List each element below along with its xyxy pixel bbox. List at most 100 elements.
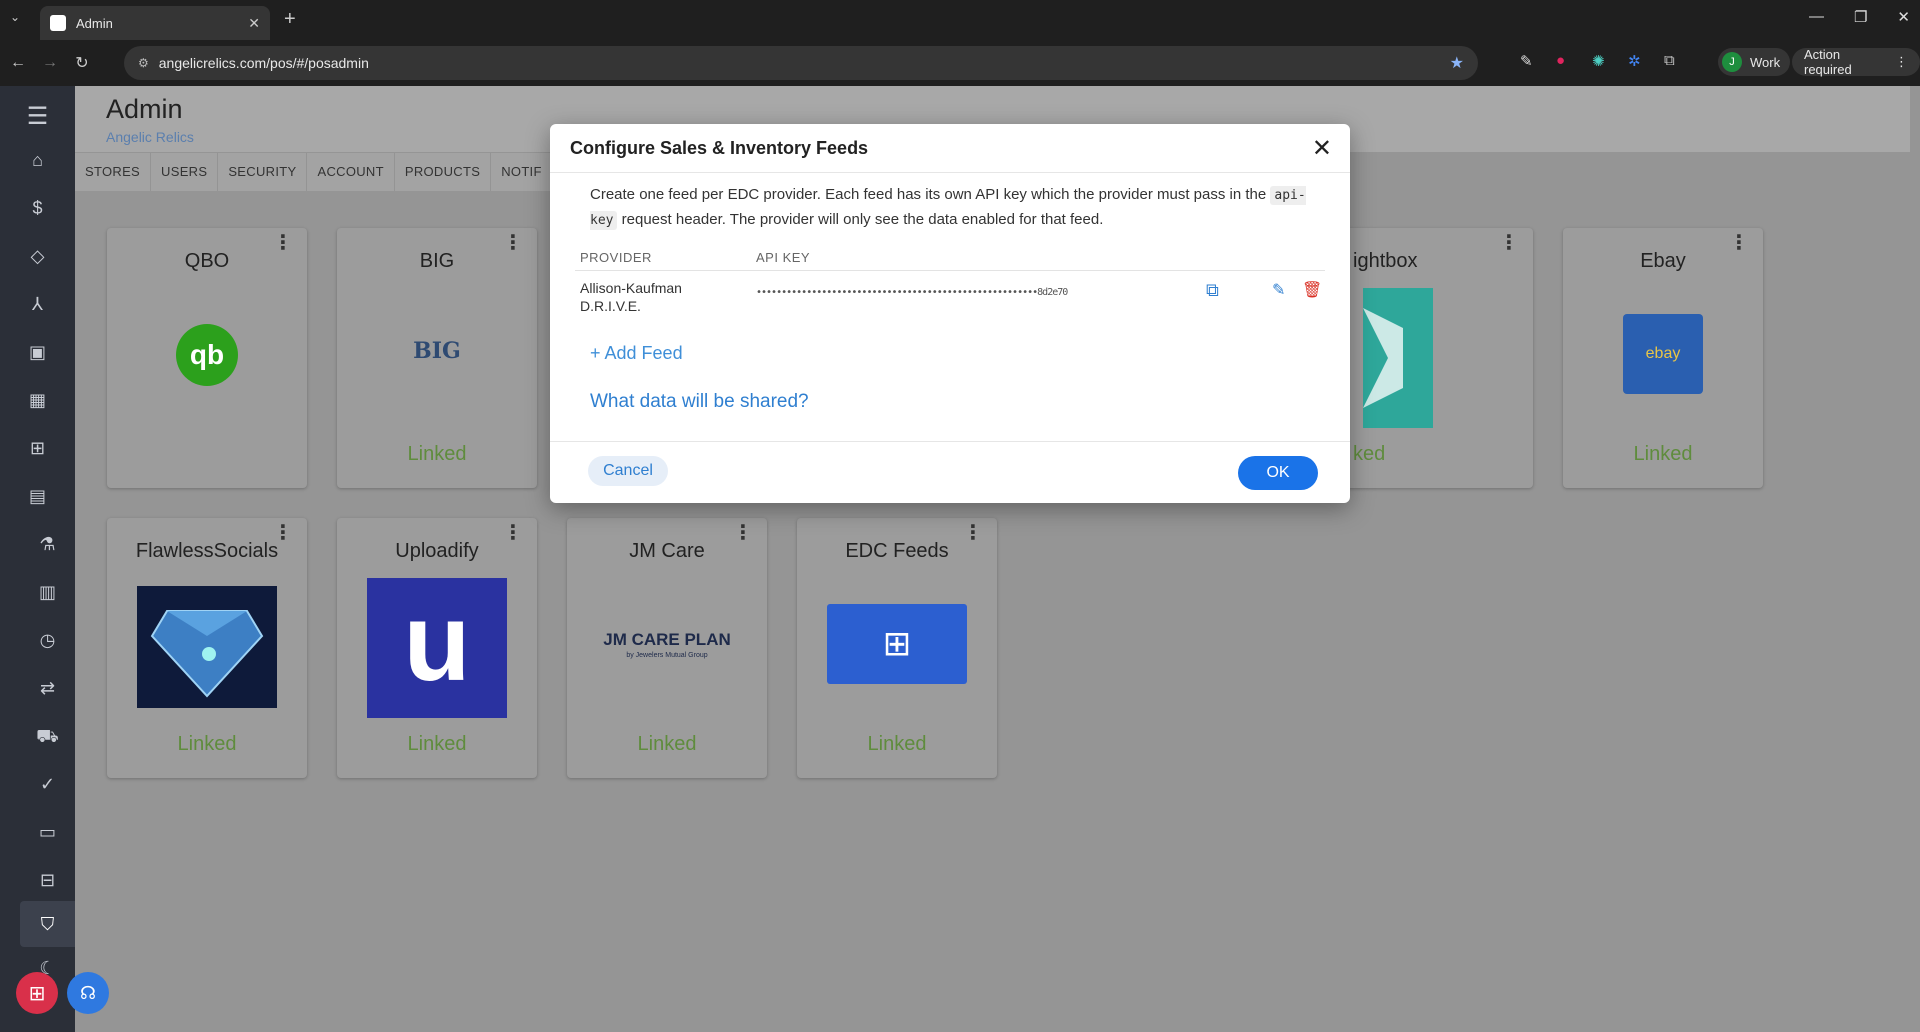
- integration-card-big[interactable]: BIG ⋮ BIG Linked: [337, 228, 537, 488]
- integration-card-uploadify[interactable]: Uploadify ⋮ u Linked: [337, 518, 537, 778]
- profile-chip[interactable]: J Work: [1718, 48, 1791, 76]
- address-bar[interactable]: ⚙ angelicrelics.com/pos/#/posadmin ★: [124, 46, 1478, 80]
- what-data-shared-link[interactable]: What data will be shared?: [590, 391, 809, 413]
- card-menu-icon[interactable]: ⋮: [1499, 233, 1519, 253]
- integration-card-jm-care[interactable]: JM Care ⋮ JM CARE PLAN by Jewelers Mutua…: [567, 518, 767, 778]
- ok-button[interactable]: OK: [1238, 456, 1318, 490]
- admin-shield-icon[interactable]: ⛉: [20, 914, 75, 935]
- tab-search-icon[interactable]: ⌄: [10, 10, 20, 24]
- card-status: ked: [1353, 443, 1386, 465]
- gear-extension-icon[interactable]: ✲: [1628, 52, 1641, 70]
- dialog-title: Configure Sales & Inventory Feeds: [570, 138, 869, 158]
- card-menu-icon[interactable]: ⋮: [273, 523, 293, 543]
- site-info-icon[interactable]: ⚙: [138, 56, 149, 70]
- diamond-logo-icon: [137, 586, 277, 708]
- feed-provider-name: Allison-Kaufman D.R.I.V.E.: [580, 280, 682, 314]
- table-icon[interactable]: ▦: [0, 390, 75, 411]
- table-divider: [575, 270, 1325, 271]
- ai-extension-icon[interactable]: ✺: [1592, 52, 1605, 70]
- reload-icon[interactable]: ↻: [68, 53, 96, 73]
- support-headset-icon[interactable]: ☊: [67, 972, 109, 1014]
- card-menu-icon[interactable]: ⋮: [1729, 233, 1749, 253]
- ebay-logo: ebay: [1623, 314, 1703, 394]
- more-vert-icon: ⋮: [1895, 54, 1908, 69]
- tab-products[interactable]: PRODUCTS: [395, 153, 492, 191]
- card-menu-icon[interactable]: ⋮: [503, 233, 523, 253]
- forward-icon[interactable]: →: [36, 54, 64, 72]
- dollar-icon[interactable]: $: [0, 198, 75, 219]
- feed-api-key: ••••••••••••••••••••••••••••••••••••••••…: [756, 287, 1068, 298]
- integration-card-flawlesssocials[interactable]: FlawlessSocials ⋮ Linked: [107, 518, 307, 778]
- hierarchy-icon[interactable]: ⊞: [0, 438, 75, 459]
- bookmark-star-icon[interactable]: ★: [1450, 53, 1464, 73]
- lightbox-logo-icon: [1363, 288, 1433, 428]
- quickbooks-logo-icon: qb: [176, 324, 238, 386]
- tab-notifications[interactable]: NOTIF: [491, 153, 552, 191]
- restore-icon[interactable]: ❐: [1854, 8, 1867, 26]
- apps-grid-icon[interactable]: ⊞: [16, 972, 58, 1014]
- network-icon[interactable]: ⅄: [0, 294, 75, 315]
- browser-tab[interactable]: Admin ✕: [40, 6, 270, 40]
- integration-card-lightbox[interactable]: ightbox ⋮ ked: [1333, 228, 1533, 488]
- page-subtitle: Angelic Relics: [106, 129, 194, 145]
- jm-care-logo-subtext: by Jewelers Mutual Group: [626, 652, 708, 659]
- truck-icon[interactable]: ⛟: [20, 726, 75, 750]
- jm-care-logo-text: JM CARE PLAN: [603, 630, 731, 649]
- card-status: Linked: [1633, 443, 1693, 465]
- toolbox-icon[interactable]: ⊟: [20, 870, 75, 891]
- record-extension-icon[interactable]: ●: [1556, 52, 1565, 69]
- column-header-provider: PROVIDER: [580, 250, 652, 265]
- close-icon[interactable]: ✕: [1312, 134, 1332, 163]
- close-window-icon[interactable]: ✕: [1897, 8, 1910, 26]
- card-menu-icon[interactable]: ⋮: [963, 523, 983, 543]
- tab-users[interactable]: USERS: [151, 153, 219, 191]
- card-menu-icon[interactable]: ⋮: [503, 523, 523, 543]
- credit-card-icon[interactable]: ▭: [20, 822, 75, 843]
- integration-card-ebay[interactable]: Ebay ⋮ ebay Linked: [1563, 228, 1763, 488]
- uploadify-logo: u: [367, 578, 507, 718]
- cancel-button[interactable]: Cancel: [588, 456, 668, 486]
- flask-icon[interactable]: ⚗: [20, 534, 75, 555]
- favicon-icon: [50, 15, 66, 31]
- description-text-1: Create one feed per EDC provider. Each f…: [590, 186, 1267, 203]
- description-text-2: request header. The provider will only s…: [621, 211, 1104, 228]
- extensions-puzzle-icon[interactable]: ⧉: [1664, 52, 1675, 69]
- card-menu-icon[interactable]: ⋮: [273, 233, 293, 253]
- action-required-button[interactable]: Action required ⋮: [1792, 47, 1920, 77]
- admin-tabs: STORES USERS SECURITY ACCOUNT PRODUCTS N…: [75, 153, 552, 191]
- tab-strip: ⌄ Admin ✕ + — ❐ ✕: [0, 0, 1920, 40]
- edit-pencil-icon[interactable]: ✎: [1272, 280, 1285, 300]
- add-feed-button[interactable]: + Add Feed: [590, 343, 683, 364]
- hamburger-menu-icon[interactable]: ☰: [0, 102, 75, 131]
- delete-trash-icon[interactable]: 🗑: [1302, 280, 1322, 300]
- column-header-api-key: API KEY: [756, 250, 811, 265]
- contact-card-icon[interactable]: ▣: [0, 342, 75, 363]
- new-tab-icon[interactable]: +: [284, 8, 296, 31]
- tab-stores[interactable]: STORES: [75, 153, 152, 191]
- calendar-icon[interactable]: ▥: [20, 582, 75, 603]
- browser-chrome: ⌄ Admin ✕ + — ❐ ✕ ← → ↻ ⚙ angelicrelics.…: [0, 0, 1920, 86]
- back-icon[interactable]: ←: [4, 54, 32, 72]
- store-icon[interactable]: ▤: [0, 486, 75, 507]
- tag-icon[interactable]: ◇: [0, 246, 75, 267]
- close-tab-icon[interactable]: ✕: [248, 15, 260, 32]
- transfer-icon[interactable]: ⇄: [20, 678, 75, 699]
- card-menu-icon[interactable]: ⋮: [733, 523, 753, 543]
- integration-card-qbo[interactable]: QBO ⋮ qb: [107, 228, 307, 488]
- dialog-description: Create one feed per EDC provider. Each f…: [590, 183, 1330, 233]
- pen-extension-icon[interactable]: ✎: [1520, 52, 1533, 70]
- dialog-body: Create one feed per EDC provider. Each f…: [550, 172, 1350, 442]
- tab-account[interactable]: ACCOUNT: [307, 153, 395, 191]
- tab-security[interactable]: SECURITY: [218, 153, 308, 191]
- tab-title: Admin: [76, 15, 113, 31]
- minimize-icon[interactable]: —: [1809, 8, 1824, 26]
- sidebar: ☰ ⌂ $ ◇ ⅄ ▣ ▦ ⊞ ▤ ⚗ ▥ ◷ ⇄ ⛟ ✓ ▭ ⊟ ⛉ ☾: [0, 86, 75, 1032]
- integration-card-edc-feeds[interactable]: EDC Feeds ⋮ ⊞ Linked: [797, 518, 997, 778]
- action-required-label: Action required: [1804, 47, 1852, 77]
- copy-icon[interactable]: ⧉: [1206, 280, 1219, 301]
- card-status: Linked: [407, 733, 467, 755]
- check-circle-icon[interactable]: ✓: [20, 774, 75, 795]
- card-status: Linked: [867, 733, 927, 755]
- home-icon[interactable]: ⌂: [0, 150, 75, 171]
- clock-icon[interactable]: ◷: [20, 630, 75, 651]
